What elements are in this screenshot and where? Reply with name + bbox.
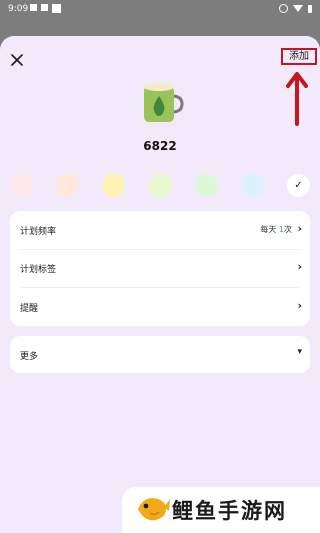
notification-icon (30, 4, 37, 11)
image-notification-icon (41, 4, 48, 11)
color-swatch-selected[interactable]: ✓ (287, 174, 310, 197)
color-swatch-green[interactable] (195, 174, 218, 197)
color-swatch-pink[interactable] (10, 174, 33, 197)
watermark-text: 鲤鱼手游网 (172, 499, 287, 523)
add-button[interactable]: 添加 (281, 48, 317, 65)
do-not-disturb-icon (279, 4, 288, 13)
chevron-down-icon: ▾ (297, 347, 302, 357)
color-swatch-peach[interactable] (56, 174, 79, 197)
more-label: 更多 (20, 352, 39, 362)
reminder-label: 提醒 (20, 304, 39, 314)
plan-settings-card: 计划频率 每天 1次 › 计划标签 › 提醒 › (10, 211, 310, 326)
tags-label: 计划标签 (20, 265, 57, 275)
status-notification-icons (30, 4, 61, 13)
frequency-prefix: 每天 (260, 225, 279, 234)
wifi-icon (293, 5, 303, 12)
chevron-right-icon: › (297, 299, 302, 312)
fish-logo (138, 498, 170, 521)
frequency-label: 计划频率 (20, 227, 57, 237)
close-icon[interactable] (9, 52, 25, 68)
color-swatch-blue[interactable] (241, 174, 264, 197)
status-bar: 9:09 (0, 0, 320, 22)
status-system-icons (279, 4, 312, 13)
row-tags[interactable]: 计划标签 › (10, 249, 310, 287)
chevron-right-icon: › (297, 222, 302, 235)
status-time: 9:09 (8, 4, 29, 14)
color-swatch-lime[interactable] (149, 174, 172, 197)
color-picker: ✓ (10, 174, 310, 198)
frequency-value: 每天 1次 (260, 224, 292, 235)
color-swatch-yellow[interactable] (102, 174, 125, 197)
battery-icon (308, 4, 312, 13)
frequency-suffix: 次 (284, 225, 292, 234)
arrow-up-icon (286, 72, 308, 126)
plan-name: 6822 (143, 139, 177, 153)
add-plan-sheet: 添加 6822 ✓ 计划频率 每天 1次 › 计划标签 › 提醒 › 更多 ▾ (0, 36, 320, 533)
watermark: 鲤鱼手游网 (122, 487, 320, 533)
row-reminder[interactable]: 提醒 › (10, 288, 310, 326)
check-icon: ✓ (294, 180, 303, 191)
app-notification-icon (52, 4, 61, 13)
mug-icon (144, 83, 184, 122)
row-frequency[interactable]: 计划频率 每天 1次 › (10, 211, 310, 249)
more-card[interactable]: 更多 ▾ (10, 336, 310, 373)
chevron-right-icon: › (297, 260, 302, 273)
